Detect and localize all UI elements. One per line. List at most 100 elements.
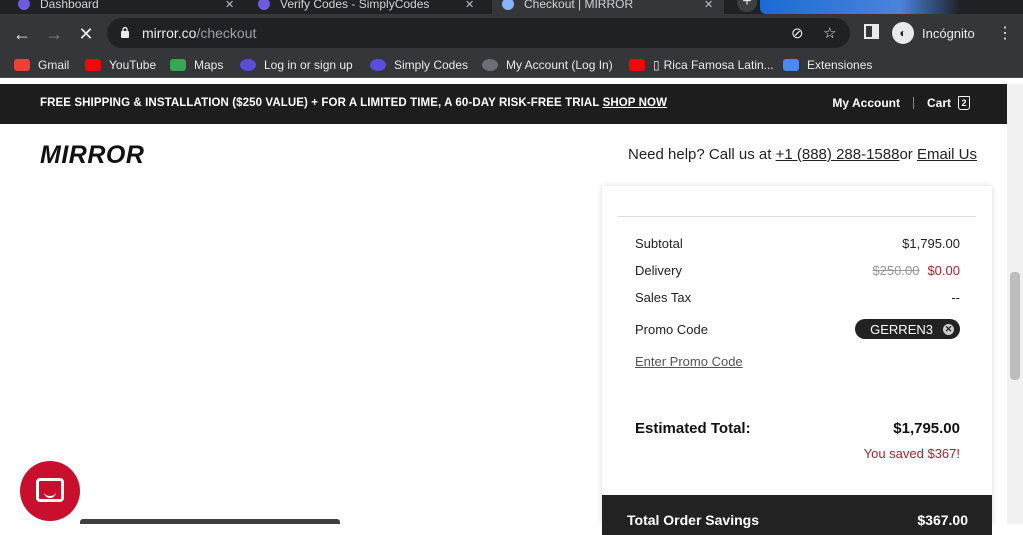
puzzle-icon xyxy=(783,59,799,71)
address-bar[interactable]: mirror.co/checkout ⊘ ☆ xyxy=(107,18,850,48)
tab-label: Checkout | MIRROR xyxy=(524,0,634,11)
bookmark-label: Rica Famosa Latin... xyxy=(663,58,774,72)
bookmark-label: Maps xyxy=(194,58,224,72)
bookmark-label: My Account (Log In) xyxy=(506,58,613,72)
new-tab-icon[interactable]: + xyxy=(737,0,757,12)
url-path: /checkout xyxy=(196,25,257,41)
cart-link[interactable]: Cart xyxy=(927,96,951,110)
gmail-icon xyxy=(14,59,30,71)
tab-favicon-icon xyxy=(18,0,30,10)
glyph-box-icon: ▯ xyxy=(653,58,660,72)
cart-count: 2 xyxy=(961,98,967,108)
page-scrollbar[interactable] xyxy=(1007,84,1023,524)
enter-promo-code-link[interactable]: Enter Promo Code xyxy=(635,354,743,369)
account-cart-nav: My Account Cart 2 xyxy=(832,96,970,110)
delivery-original-price: $250.00 xyxy=(872,263,920,278)
incognito-indicator[interactable]: ◐ Incógnito xyxy=(892,21,975,45)
you-saved-text: You saved $367! xyxy=(863,446,960,461)
bookmark-label: Log in or sign up xyxy=(264,58,353,72)
email-us-link[interactable]: Email Us xyxy=(917,146,977,163)
bookmark-simply-codes[interactable]: Simply Codes xyxy=(370,57,468,73)
promo-banner: FREE SHIPPING & INSTALLATION ($250 VALUE… xyxy=(0,84,1007,124)
close-icon[interactable]: ✕ xyxy=(225,0,234,12)
url-host: mirror.co xyxy=(142,25,197,41)
cart-bag-icon[interactable]: 2 xyxy=(958,96,970,110)
savings-label: Total Order Savings xyxy=(627,512,759,528)
bookmark-youtube[interactable]: YouTube xyxy=(85,57,156,73)
incognito-label: Incógnito xyxy=(922,25,975,41)
bookmark-gmail[interactable]: Gmail xyxy=(14,57,69,73)
delivery-value: $0.00 xyxy=(927,263,960,278)
tab-dashboard[interactable]: Dashboard ✕ xyxy=(18,0,243,14)
tab-verify-codes[interactable]: Verify Codes - SimplyCodes ✕ xyxy=(258,0,483,14)
browser-tabstrip: Dashboard ✕ Verify Codes - SimplyCodes ✕… xyxy=(0,0,1023,14)
my-account-link[interactable]: My Account xyxy=(832,96,900,110)
bookmark-label: YouTube xyxy=(109,58,157,72)
promo-code-label: Promo Code xyxy=(635,321,708,337)
subtotal-row: Subtotal $1,795.00 xyxy=(635,236,960,251)
tab-favicon-icon xyxy=(502,0,514,10)
bookmark-label: Extensiones xyxy=(807,58,873,72)
youtube-icon xyxy=(629,59,645,71)
delivery-row: Delivery $250.00 $0.00 xyxy=(635,263,960,278)
help-text: Need help? Call us at +1 (888) 288-1588o… xyxy=(628,146,977,163)
tab-checkout[interactable]: Checkout | MIRROR ✕ xyxy=(492,0,724,14)
sales-tax-value: -- xyxy=(951,290,960,305)
simplycodes-icon xyxy=(370,59,386,71)
estimated-total-label: Estimated Total: xyxy=(635,420,751,437)
tab-label: Dashboard xyxy=(40,0,99,11)
sales-tax-row: Sales Tax -- xyxy=(635,290,960,305)
shop-now-link[interactable]: SHOP NOW xyxy=(603,97,667,109)
incognito-icon: ◐ xyxy=(892,22,914,44)
maps-icon xyxy=(170,59,186,71)
savings-value: $367.00 xyxy=(917,512,968,528)
promo-message: FREE SHIPPING & INSTALLATION ($250 VALUE… xyxy=(40,97,600,109)
bookmark-my-account[interactable]: My Account (Log In) xyxy=(482,57,613,73)
phone-link[interactable]: +1 (888) 288-1588 xyxy=(776,146,900,163)
bookmark-label: Simply Codes xyxy=(394,58,469,72)
remove-promo-icon[interactable]: ✕ xyxy=(943,323,954,335)
youtube-icon xyxy=(85,59,101,71)
forward-arrow-icon[interactable]: → xyxy=(44,24,64,44)
promo-code-row: Promo Code GERREN3 ✕ xyxy=(635,319,960,339)
chat-launcher-button[interactable] xyxy=(20,461,80,521)
estimated-total-value: $1,795.00 xyxy=(893,420,960,437)
browser-toolbar: ← → ✕ mirror.co/checkout ⊘ ☆ ◐ Incógnito… xyxy=(0,14,1023,52)
menu-kebab-icon[interactable]: ⋮ xyxy=(997,23,1013,43)
side-panel-icon[interactable] xyxy=(864,24,879,39)
tab-favicon-icon xyxy=(258,0,270,10)
stop-loading-icon[interactable]: ✕ xyxy=(76,24,96,44)
nav-divider xyxy=(912,97,914,109)
promo-text: FREE SHIPPING & INSTALLATION ($250 VALUE… xyxy=(40,97,667,109)
mirror-logo[interactable]: MIRROR xyxy=(40,141,144,170)
eye-slash-icon[interactable]: ⊘ xyxy=(791,24,804,42)
delivery-label: Delivery xyxy=(635,263,682,278)
scrollbar-thumb[interactable] xyxy=(1010,272,1020,380)
summary-divider xyxy=(618,216,976,217)
bookmark-maps[interactable]: Maps xyxy=(170,57,223,73)
bookmark-login[interactable]: Log in or sign up xyxy=(240,57,353,73)
subtotal-value: $1,795.00 xyxy=(902,236,960,251)
close-icon[interactable]: ✕ xyxy=(465,0,474,12)
lock-icon xyxy=(121,26,129,38)
help-or: or xyxy=(899,146,913,163)
promo-code-chip: GERREN3 ✕ xyxy=(855,319,960,339)
bookmark-extensiones[interactable]: Extensiones xyxy=(783,57,872,73)
back-arrow-icon[interactable]: ← xyxy=(12,24,32,44)
globe-icon xyxy=(482,59,498,71)
help-prefix: Need help? Call us at xyxy=(628,146,772,163)
simplycodes-icon xyxy=(240,59,256,71)
url-text: mirror.co/checkout xyxy=(142,25,256,41)
star-icon[interactable]: ☆ xyxy=(823,24,836,42)
tab-label: Verify Codes - SimplyCodes xyxy=(280,0,430,11)
site-header: MIRROR Need help? Call us at +1 (888) 28… xyxy=(0,124,1007,186)
chat-icon xyxy=(36,478,64,502)
sales-tax-label: Sales Tax xyxy=(635,290,692,305)
bookmark-label: Gmail xyxy=(38,58,70,72)
estimated-total-row: Estimated Total: $1,795.00 xyxy=(635,420,960,437)
bookmark-rica-famosa[interactable]: ▯ Rica Famosa Latin... xyxy=(629,57,774,73)
status-bar xyxy=(80,519,340,524)
close-icon[interactable]: ✕ xyxy=(704,0,713,12)
order-summary: Subtotal $1,795.00 Delivery $250.00 $0.00… xyxy=(602,186,992,535)
subtotal-label: Subtotal xyxy=(635,236,683,251)
